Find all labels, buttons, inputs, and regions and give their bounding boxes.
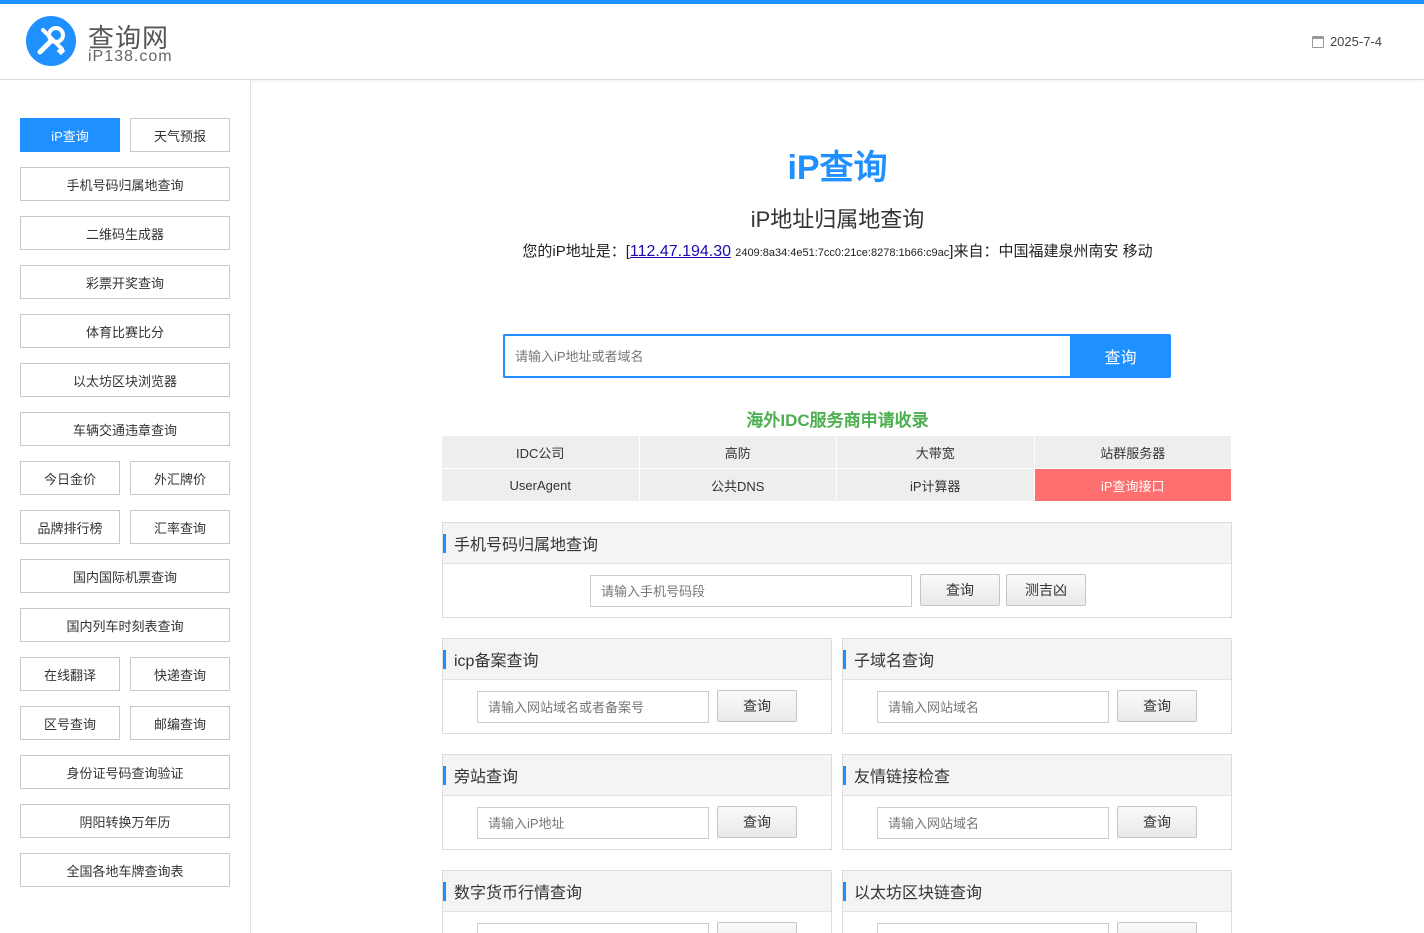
panel-sidesite: 旁站查询 查询 bbox=[442, 754, 832, 850]
sidebar-item-idcard[interactable]: 身份证号码查询验证 bbox=[20, 755, 230, 789]
sidebar-item-qrcode[interactable]: 二维码生成器 bbox=[20, 216, 230, 250]
page-subtitle: iP地址归属地查询 bbox=[750, 207, 925, 232]
panel-eth: 以太坊区块链查询 bbox=[842, 870, 1232, 933]
date-display: 2025-7-4 bbox=[1311, 34, 1382, 49]
logo-icon[interactable] bbox=[26, 16, 76, 66]
subdomain-input[interactable] bbox=[877, 691, 1109, 723]
sidebar-item-trains[interactable]: 国内列车时刻表查询 bbox=[20, 608, 230, 642]
ip-search-bar: 查询 bbox=[503, 334, 1171, 378]
ip-search-input[interactable] bbox=[503, 334, 1070, 378]
sidebar-item-gold[interactable]: 今日金价 bbox=[20, 461, 120, 495]
panel-title: 手机号码归属地查询 bbox=[443, 523, 1231, 564]
ip-search-button[interactable]: 查询 bbox=[1070, 334, 1171, 378]
panel-friendlink: 友情链接检查 查询 bbox=[842, 754, 1232, 850]
ip-location: ]来自：中国福建泉州南安 移动 bbox=[949, 243, 1153, 260]
sidebar-item-plates[interactable]: 全国各地车牌查询表 bbox=[20, 853, 230, 887]
grid-item-ip-calculator[interactable]: iP计算器 bbox=[837, 469, 1034, 501]
grid-item-ddos[interactable]: 高防 bbox=[639, 436, 836, 468]
sidebar-item-exchange[interactable]: 汇率查询 bbox=[130, 510, 230, 544]
grid-item-station-server[interactable]: 站群服务器 bbox=[1034, 436, 1231, 468]
phone-input[interactable] bbox=[590, 575, 912, 607]
panel-title: icp备案查询 bbox=[443, 639, 831, 680]
calendar-icon bbox=[1311, 35, 1324, 48]
ip-prefix: 您的iP地址是：[ bbox=[522, 243, 630, 260]
grid-item-public-dns[interactable]: 公共DNS bbox=[639, 469, 836, 501]
ip-v4-link[interactable]: 112.47.194.30 bbox=[630, 243, 731, 260]
panel-crypto: 数字货币行情查询 bbox=[442, 870, 832, 933]
crypto-query-button[interactable] bbox=[717, 922, 797, 933]
sidebar-item-translate[interactable]: 在线翻译 bbox=[20, 657, 120, 691]
sidebar-item-forex[interactable]: 外汇牌价 bbox=[130, 461, 230, 495]
sidebar-item-phone[interactable]: 手机号码归属地查询 bbox=[20, 167, 230, 201]
sidebar-item-brand-rank[interactable]: 品牌排行榜 bbox=[20, 510, 120, 544]
sidebar-item-flights[interactable]: 国内国际机票查询 bbox=[20, 559, 230, 593]
sidebar-item-eth-explorer[interactable]: 以太坊区块浏览器 bbox=[20, 363, 230, 397]
eth-input[interactable] bbox=[877, 923, 1109, 933]
grid-item-ip-api[interactable]: iP查询接口 bbox=[1034, 469, 1231, 501]
crypto-input[interactable] bbox=[477, 923, 709, 933]
logo-text-en[interactable]: iP138.com bbox=[88, 48, 173, 66]
panel-title: 子域名查询 bbox=[843, 639, 1231, 680]
page-title: iP查询 bbox=[787, 149, 888, 187]
panel-title: 旁站查询 bbox=[443, 755, 831, 796]
sidesite-query-button[interactable]: 查询 bbox=[717, 806, 797, 838]
friendlink-query-button[interactable]: 查询 bbox=[1117, 806, 1197, 838]
sidebar: iP查询 天气预报 手机号码归属地查询 二维码生成器 彩票开奖查询 体育比赛比分… bbox=[0, 80, 251, 933]
sidebar-item-postcode[interactable]: 邮编查询 bbox=[130, 706, 230, 740]
grid-item-useragent[interactable]: UserAgent bbox=[442, 469, 639, 501]
subdomain-query-button[interactable]: 查询 bbox=[1117, 690, 1197, 722]
date-text: 2025-7-4 bbox=[1329, 34, 1382, 49]
sidebar-item-weather[interactable]: 天气预报 bbox=[130, 118, 230, 152]
grid-item-idc[interactable]: IDC公司 bbox=[442, 436, 639, 468]
phone-fortune-button[interactable]: 测吉凶 bbox=[1006, 574, 1086, 606]
sidebar-item-traffic[interactable]: 车辆交通违章查询 bbox=[20, 412, 230, 446]
ip-v6: 2409:8a34:4e51:7cc0:21ce:8278:1b66:c9ac bbox=[735, 247, 950, 259]
header: 查询网 iP138.com 2025-7-4 bbox=[0, 4, 1424, 80]
main-content: iP查询 iP地址归属地查询 您的iP地址是：[112.47.194.30 24… bbox=[251, 80, 1424, 933]
ip-info-line: 您的iP地址是：[112.47.194.30 2409:8a34:4e51:7c… bbox=[251, 240, 1424, 261]
icp-query-button[interactable]: 查询 bbox=[717, 690, 797, 722]
sidebar-item-ip-query[interactable]: iP查询 bbox=[20, 118, 120, 152]
tools-icon bbox=[37, 26, 66, 56]
sidebar-item-calendar[interactable]: 阴阳转换万年历 bbox=[20, 804, 230, 838]
panel-title: 友情链接检查 bbox=[843, 755, 1231, 796]
sidebar-item-area-code[interactable]: 区号查询 bbox=[20, 706, 120, 740]
friendlink-input[interactable] bbox=[877, 807, 1109, 839]
sidebar-item-lottery[interactable]: 彩票开奖查询 bbox=[20, 265, 230, 299]
panel-phone: 手机号码归属地查询 查询 测吉凶 bbox=[442, 522, 1232, 618]
panel-title: 数字货币行情查询 bbox=[443, 871, 831, 912]
sidebar-item-express[interactable]: 快递查询 bbox=[130, 657, 230, 691]
panel-title: 以太坊区块链查询 bbox=[843, 871, 1231, 912]
panel-icp: icp备案查询 查询 bbox=[442, 638, 832, 734]
grid-item-bandwidth[interactable]: 大带宽 bbox=[837, 436, 1034, 468]
phone-query-button[interactable]: 查询 bbox=[920, 574, 1000, 606]
panel-subdomain: 子域名查询 查询 bbox=[842, 638, 1232, 734]
eth-query-button[interactable] bbox=[1117, 922, 1197, 933]
icp-input[interactable] bbox=[477, 691, 709, 723]
idc-title-link[interactable]: 海外IDC服务商申请收录 bbox=[251, 406, 1424, 431]
tools-grid: IDC公司 高防 大带宽 站群服务器 UserAgent 公共DNS iP计算器… bbox=[442, 436, 1231, 501]
sidebar-item-sports[interactable]: 体育比赛比分 bbox=[20, 314, 230, 348]
sidesite-input[interactable] bbox=[477, 807, 709, 839]
